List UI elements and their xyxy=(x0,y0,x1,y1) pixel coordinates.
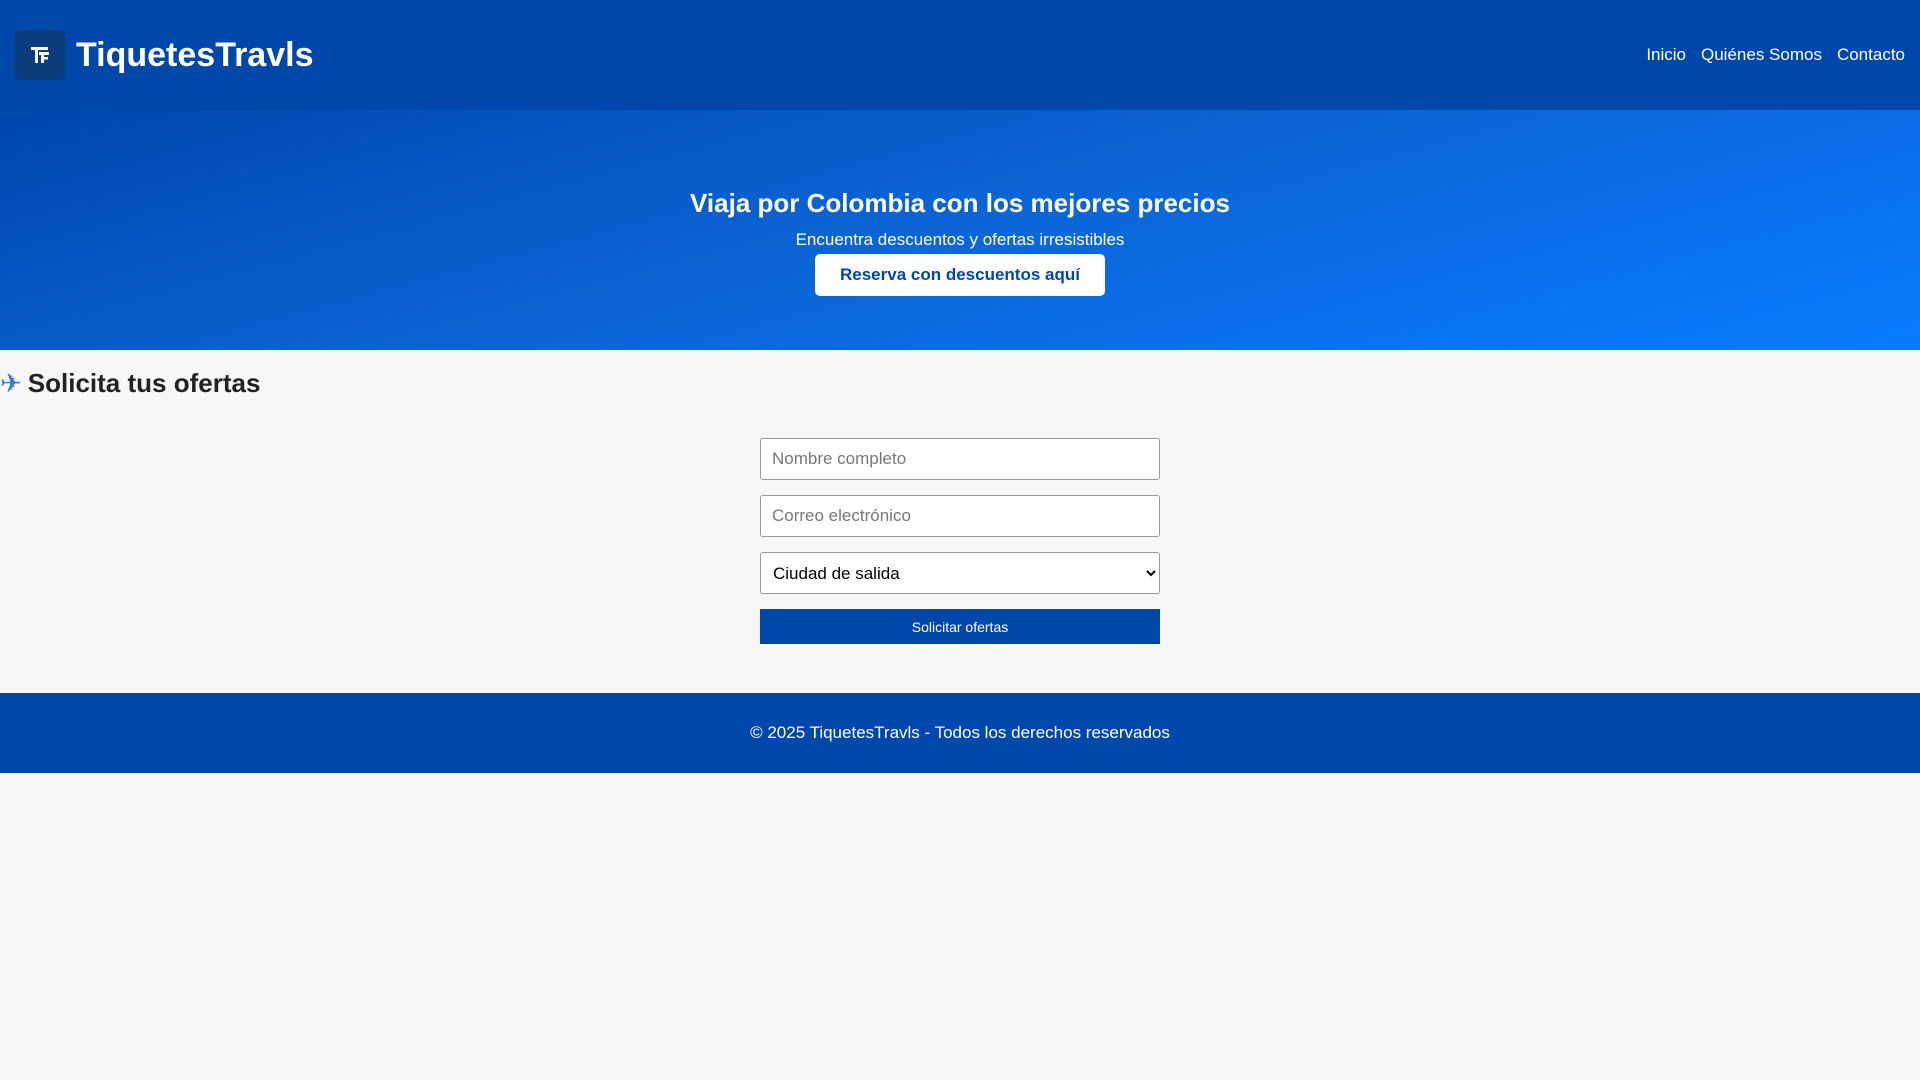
nav-link-inicio[interactable]: Inicio xyxy=(1646,45,1686,65)
footer-text: © 2025 TiquetesTravls - Todos los derech… xyxy=(750,723,1170,742)
reserve-button[interactable]: Reserva con descuentos aquí xyxy=(815,254,1105,296)
name-input[interactable] xyxy=(760,438,1160,480)
brand-name: TiquetesTravls xyxy=(76,35,314,74)
hero-subtitle: Encuentra descuentos y ofertas irresisti… xyxy=(795,230,1125,249)
offers-form: Ciudad de salida Solicitar ofertas xyxy=(760,438,1160,644)
hero-title: Viaja por Colombia con los mejores preci… xyxy=(690,188,1230,218)
site-footer: © 2025 TiquetesTravls - Todos los derech… xyxy=(0,693,1920,773)
email-input[interactable] xyxy=(760,495,1160,537)
site-header: TiquetesTravls Inicio Quiénes Somos Cont… xyxy=(0,0,1920,110)
offers-section: ✈ Solicita tus ofertas Ciudad de salida … xyxy=(0,350,1920,693)
brand[interactable]: TiquetesTravls xyxy=(15,30,314,80)
nav-link-contacto[interactable]: Contacto xyxy=(1837,45,1905,65)
hero-banner: Viaja por Colombia con los mejores preci… xyxy=(0,110,1920,350)
logo-icon xyxy=(15,30,65,80)
request-offers-button[interactable]: Solicitar ofertas xyxy=(760,609,1160,644)
section-title-text: Solicita tus ofertas xyxy=(27,368,261,398)
nav-link-quienes-somos[interactable]: Quiénes Somos xyxy=(1701,45,1822,65)
main-nav: Inicio Quiénes Somos Contacto xyxy=(1646,45,1905,65)
departure-city-select[interactable]: Ciudad de salida xyxy=(760,552,1160,594)
airplane-icon: ✈ xyxy=(0,368,22,398)
section-title: ✈ Solicita tus ofertas xyxy=(0,368,260,399)
